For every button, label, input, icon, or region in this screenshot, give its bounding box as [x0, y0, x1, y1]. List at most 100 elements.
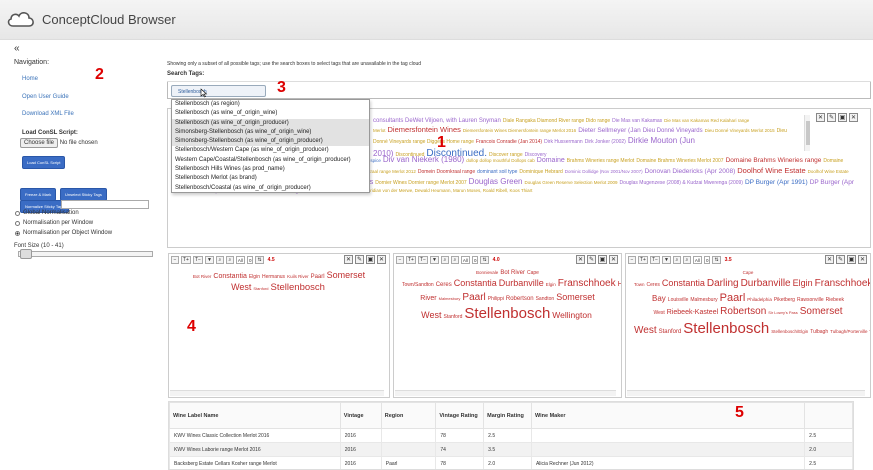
cloud-tag[interactable]: Elgin	[249, 274, 260, 280]
cloud-tag[interactable]: Dieu Donné Vineyards Merlot 2015	[705, 128, 775, 133]
cloud-tag[interactable]: Philippi	[488, 296, 504, 302]
cloud-tag[interactable]: Die Mas van Kakamas	[612, 118, 662, 124]
cloud-tag[interactable]: DP Burger (Apr 1991)	[745, 179, 808, 186]
cloud-tag[interactable]: consultants DeWet Viljoen, with Lauren S…	[373, 118, 501, 124]
load-script-button[interactable]: Load ConSL Script	[22, 156, 66, 169]
window-icon[interactable]: ▣	[598, 255, 607, 264]
cloud-tag[interactable]: Paarl	[311, 274, 325, 280]
window-icon[interactable]: ▣	[847, 255, 856, 264]
add-tag-button[interactable]: T+	[638, 255, 648, 264]
autocomplete-option[interactable]: Stellenbosch (as wine_of_origin_producer…	[172, 118, 369, 128]
search-icon[interactable]: ⌕	[215, 255, 224, 264]
cloud-tag[interactable]: Dornier Wines Dornier range Merlot 2007	[375, 180, 466, 186]
cloud-tag[interactable]: Douglas Green	[469, 177, 523, 186]
table-row[interactable]: KWV Wines Classic Collection Merlot 2016…	[169, 428, 853, 443]
edit-icon[interactable]: ✎	[827, 113, 836, 122]
cloud-tag[interactable]: Malmesbury	[690, 297, 717, 303]
sticky-tags-input[interactable]	[61, 200, 149, 209]
cloud-tag[interactable]: Elgin	[793, 278, 813, 288]
shuffle-icon[interactable]: ✕	[576, 255, 585, 264]
cloud-tag[interactable]: Donovan Diedericks (Apr 2008)	[645, 168, 736, 175]
collapse-sidebar-button[interactable]: «	[14, 43, 20, 54]
edit-icon[interactable]: ✎	[836, 255, 845, 264]
remove-tag-button[interactable]: T−	[649, 255, 660, 264]
autocomplete-option[interactable]: Stellenbosch/Western Cape (as wine_of_or…	[172, 146, 369, 155]
cloud-tag[interactable]: Wellington	[552, 310, 592, 320]
autocomplete-option[interactable]: Stellenbosch Hills Wines (as prod_name)	[172, 165, 369, 174]
number-select[interactable]: 0	[471, 255, 479, 264]
close-icon[interactable]: ✕	[609, 255, 618, 264]
cloud-tag[interactable]: Dominique Hebrard	[519, 169, 562, 175]
cloud-tag[interactable]: Stellenbosch	[464, 305, 550, 322]
shuffle-icon[interactable]: ✕	[816, 113, 825, 122]
cloud-tag[interactable]: Brahms Wineries range Merlot	[567, 158, 635, 164]
search-tags-field[interactable]	[167, 82, 871, 99]
column-header[interactable]: Vintage	[339, 402, 382, 429]
cloud-tag[interactable]: Ceres	[436, 282, 452, 288]
cloud-tag[interactable]: Franschhoek	[815, 278, 870, 289]
cloud-tag[interactable]: Stellenbosch	[271, 282, 325, 293]
cloud-tag[interactable]: Paarl	[462, 292, 485, 303]
sort-icon[interactable]: ⇅	[255, 255, 264, 264]
cloud-tag[interactable]: Louisville	[668, 297, 689, 303]
filter-icon[interactable]: ▼	[204, 255, 214, 264]
window-icon[interactable]: ▣	[366, 255, 375, 264]
cloud-tag[interactable]: Sir Lowry's Pass	[768, 310, 797, 315]
cloud-tag[interactable]: Durbanville	[499, 278, 544, 288]
cloud-tag[interactable]: Dieu Donné Vineyards	[643, 128, 703, 134]
zoom-icon[interactable]: ⌕	[225, 255, 234, 264]
cloud-tag[interactable]: Douglas Mugenzese (2008) & Kudzai Mweren…	[620, 180, 743, 186]
cloud-tag[interactable]: Domein Doornkraal range	[418, 169, 475, 175]
shuffle-icon[interactable]: ✕	[344, 255, 353, 264]
radio-global-normalisation[interactable]: Global Normalisation	[15, 210, 79, 216]
scope-select[interactable]: All	[235, 255, 245, 264]
cloud-tag[interactable]: Bonnievale	[476, 270, 498, 275]
close-icon[interactable]: ✕	[849, 113, 858, 122]
cloud-tag[interactable]: Hermanus	[262, 274, 285, 280]
window-icon[interactable]: ▣	[838, 113, 847, 122]
remove-tag-button[interactable]: T−	[417, 255, 428, 264]
scope-select[interactable]: All	[460, 255, 470, 264]
cloud-tag[interactable]: Stellenbosch/Elgin	[771, 329, 808, 334]
choose-file-button[interactable]: Choose file	[20, 138, 59, 148]
autocomplete-option[interactable]: Western Cape/Coastal/Stellenbosch (as wi…	[172, 156, 369, 165]
cloud-tag[interactable]: Ceres	[647, 282, 660, 288]
cloud-tag[interactable]: Doolhof Wine Estate	[737, 166, 805, 175]
sort-icon[interactable]: ⇅	[712, 255, 721, 264]
cloud-tag[interactable]: Diemersfontein Wines	[388, 125, 461, 134]
autocomplete-option[interactable]: Stellenbosch (as wine_of_origin_wine)	[172, 109, 369, 118]
cloud-tag[interactable]: Robertson	[506, 296, 534, 302]
cloud-tag[interactable]: Stellenbosch	[683, 320, 769, 337]
search-icon[interactable]: ⌕	[440, 255, 449, 264]
cloud-tag[interactable]: Douglas Green Reserve Selection Merlot 2…	[524, 180, 617, 185]
cloud-tag[interactable]: Malmesbury	[439, 296, 461, 301]
radio-normalisation-per-object-window[interactable]: Normalisation per Object Window	[15, 230, 112, 236]
column-header[interactable]	[804, 402, 853, 429]
close-icon[interactable]: ✕	[858, 255, 867, 264]
minus-button[interactable]: −	[171, 255, 179, 264]
cloud-tag[interactable]: Franschhoek	[558, 278, 616, 289]
cloud-tag[interactable]: Paarl	[720, 292, 746, 304]
shuffle-icon[interactable]: ✕	[825, 255, 834, 264]
cloud-tag[interactable]: Dirk Hussermann	[544, 139, 583, 145]
remove-tag-button[interactable]: T−	[192, 255, 203, 264]
font-size-slider-track[interactable]	[18, 251, 153, 257]
autocomplete-option[interactable]: Stellenbosch/Coastal (as wine_of_origin_…	[172, 184, 369, 193]
filter-icon[interactable]: ▼	[429, 255, 439, 264]
search-input[interactable]: Stellenbosch	[171, 85, 266, 97]
column-header[interactable]: Margin Rating	[483, 402, 532, 429]
vertical-scrollbar[interactable]	[804, 115, 810, 151]
horizontal-scrollbar[interactable]	[627, 390, 865, 396]
number-select[interactable]: 0	[246, 255, 254, 264]
table-row[interactable]: Backsberg Estate Cellars Kosher range Me…	[169, 456, 853, 469]
font-size-slider-handle[interactable]	[20, 249, 32, 259]
radio-button-checked[interactable]	[15, 230, 20, 236]
cloud-tag[interactable]: Div van Niekerk (1980)	[383, 155, 464, 164]
scrollbar-thumb[interactable]	[806, 121, 810, 145]
horizontal-scrollbar[interactable]	[170, 390, 384, 396]
cloud-tag[interactable]: Dieter Sellmeyer (Jan	[578, 127, 641, 134]
cloud-tag[interactable]: Stanford	[253, 286, 268, 291]
add-tag-button[interactable]: T+	[181, 255, 191, 264]
cloud-tag[interactable]: Stanford	[443, 314, 462, 320]
cloud-tag[interactable]: Constantia	[213, 273, 246, 280]
